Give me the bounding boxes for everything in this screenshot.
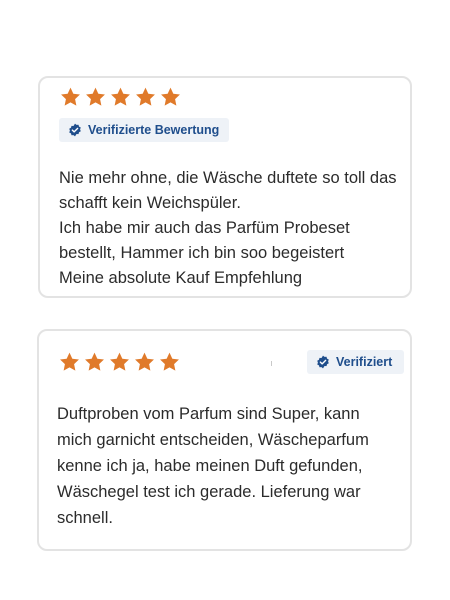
verified-badge-label: Verifizierte Bewertung — [88, 123, 220, 137]
review-text-line: Wäschegel test ich gerade. Lieferung war — [57, 483, 361, 501]
review-text-line: bestellt, Hammer ich bin soo begeistert — [59, 244, 345, 262]
review-text-line: Nie mehr ohne, die Wäsche duftete so tol… — [59, 169, 397, 187]
star-icon — [160, 352, 179, 371]
star-icon — [161, 87, 180, 106]
review-text-line: schnell. — [57, 509, 113, 527]
review-card: Verifizierte Bewertung Nie mehr ohne, di… — [38, 76, 412, 298]
review-text-line: Ich habe mir auch das Parfüm Probeset — [59, 219, 350, 237]
verified-badge-label: Verifiziert — [336, 355, 393, 369]
star-icon — [110, 352, 129, 371]
divider — [271, 361, 272, 366]
review-text-line: Meine absolute Kauf Empfehlung — [59, 269, 303, 287]
verified-badge: Verifiziert — [307, 350, 405, 374]
star-icon — [85, 352, 104, 371]
star-icon — [111, 87, 130, 106]
star-icon — [136, 87, 155, 106]
star-icon — [135, 352, 154, 371]
verified-check-icon — [317, 355, 329, 369]
verified-badge: Verifizierte Bewertung — [59, 118, 230, 142]
review-text-line: kenne ich ja, habe meinen Duft gefunden, — [57, 457, 363, 475]
review-text-line: schafft kein Weichspüler. — [59, 194, 241, 212]
star-icon — [61, 87, 80, 106]
star-rating — [59, 86, 182, 108]
review-card: Verifiziert Duftproben vom Parfum sind S… — [37, 329, 412, 551]
review-text: Duftproben vom Parfum sind Super, kann m… — [57, 401, 369, 531]
review-text-line: mich garnicht entscheiden, Wäscheparfum — [57, 431, 369, 449]
verified-check-icon — [69, 123, 81, 137]
review-text-line: Duftproben vom Parfum sind Super, kann — [57, 405, 360, 423]
star-icon — [60, 352, 79, 371]
review-text: Nie mehr ohne, die Wäsche duftete so tol… — [59, 166, 397, 291]
star-rating — [58, 351, 181, 373]
star-icon — [86, 87, 105, 106]
